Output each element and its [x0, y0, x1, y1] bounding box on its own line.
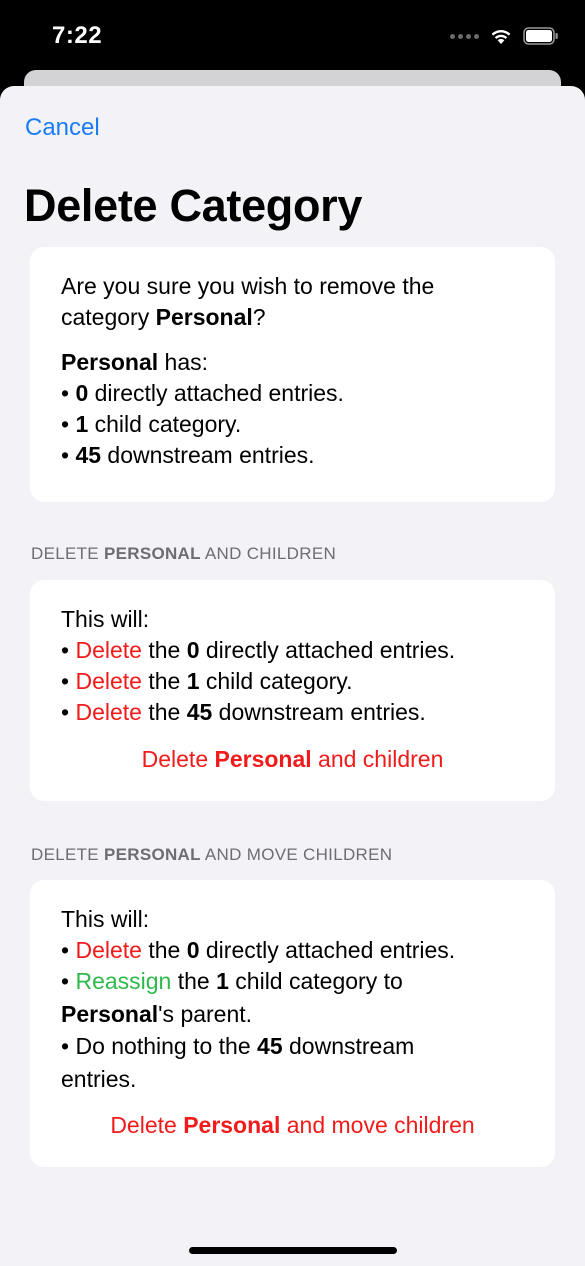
direct-entries-line: • 0 directly attached entries. — [61, 380, 344, 406]
wifi-icon — [491, 29, 511, 44]
section-header-move-children: DELETE PERSONAL AND MOVE CHILDREN — [31, 845, 393, 864]
home-indicator[interactable] — [189, 1247, 397, 1254]
parent-line: Personal's parent. — [61, 1001, 253, 1027]
reassign-child-line: • Reassign the 1 child category to — [61, 968, 403, 994]
delete-direct-line: • Delete the 0 directly attached entries… — [61, 937, 456, 963]
child-category-line: • 1 child category. — [61, 411, 242, 437]
summary-card: Are you sure you wish to remove the cate… — [30, 247, 555, 502]
category-name: Personal — [61, 349, 159, 375]
modal-sheet: Cancel Delete Category Are you sure you … — [0, 86, 585, 1266]
downstream-entries-line: • 45 downstream entries. — [61, 442, 315, 468]
page-title: Delete Category — [24, 180, 363, 231]
delete-and-move-children-button[interactable]: Delete Personal and move children — [30, 1112, 555, 1139]
cancel-button[interactable]: Cancel — [25, 114, 100, 142]
delete-child-line: • Delete the 1 child category. — [61, 668, 353, 694]
section-header-delete-children: DELETE PERSONAL AND CHILDREN — [31, 544, 337, 563]
cellular-signal-icon — [450, 33, 479, 39]
delete-downstream-line: • Delete the 45 downstream entries. — [61, 699, 426, 725]
move-children-card: This will: • Delete the 0 directly attac… — [30, 880, 555, 1167]
intro-line: This will: — [61, 906, 150, 932]
status-time: 7:22 — [52, 22, 103, 49]
delete-direct-line: • Delete the 0 directly attached entries… — [61, 637, 456, 663]
downstream-nothing-line-2: entries. — [61, 1066, 137, 1092]
delete-children-card: This will: • Delete the 0 directly attac… — [30, 580, 555, 801]
category-name: Personal — [155, 304, 253, 330]
status-bar: 7:22 — [0, 0, 585, 70]
intro-line: This will: — [61, 606, 150, 632]
question-line-1: Are you sure you wish to remove the — [61, 273, 435, 299]
downstream-nothing-line: • Do nothing to the 45 downstream — [61, 1033, 415, 1059]
question-line-2: category Personal? — [61, 304, 266, 330]
delete-and-children-button[interactable]: Delete Personal and children — [30, 746, 555, 773]
status-icons — [450, 27, 559, 45]
battery-icon — [523, 27, 558, 45]
has-line: Personal has: — [61, 349, 209, 375]
